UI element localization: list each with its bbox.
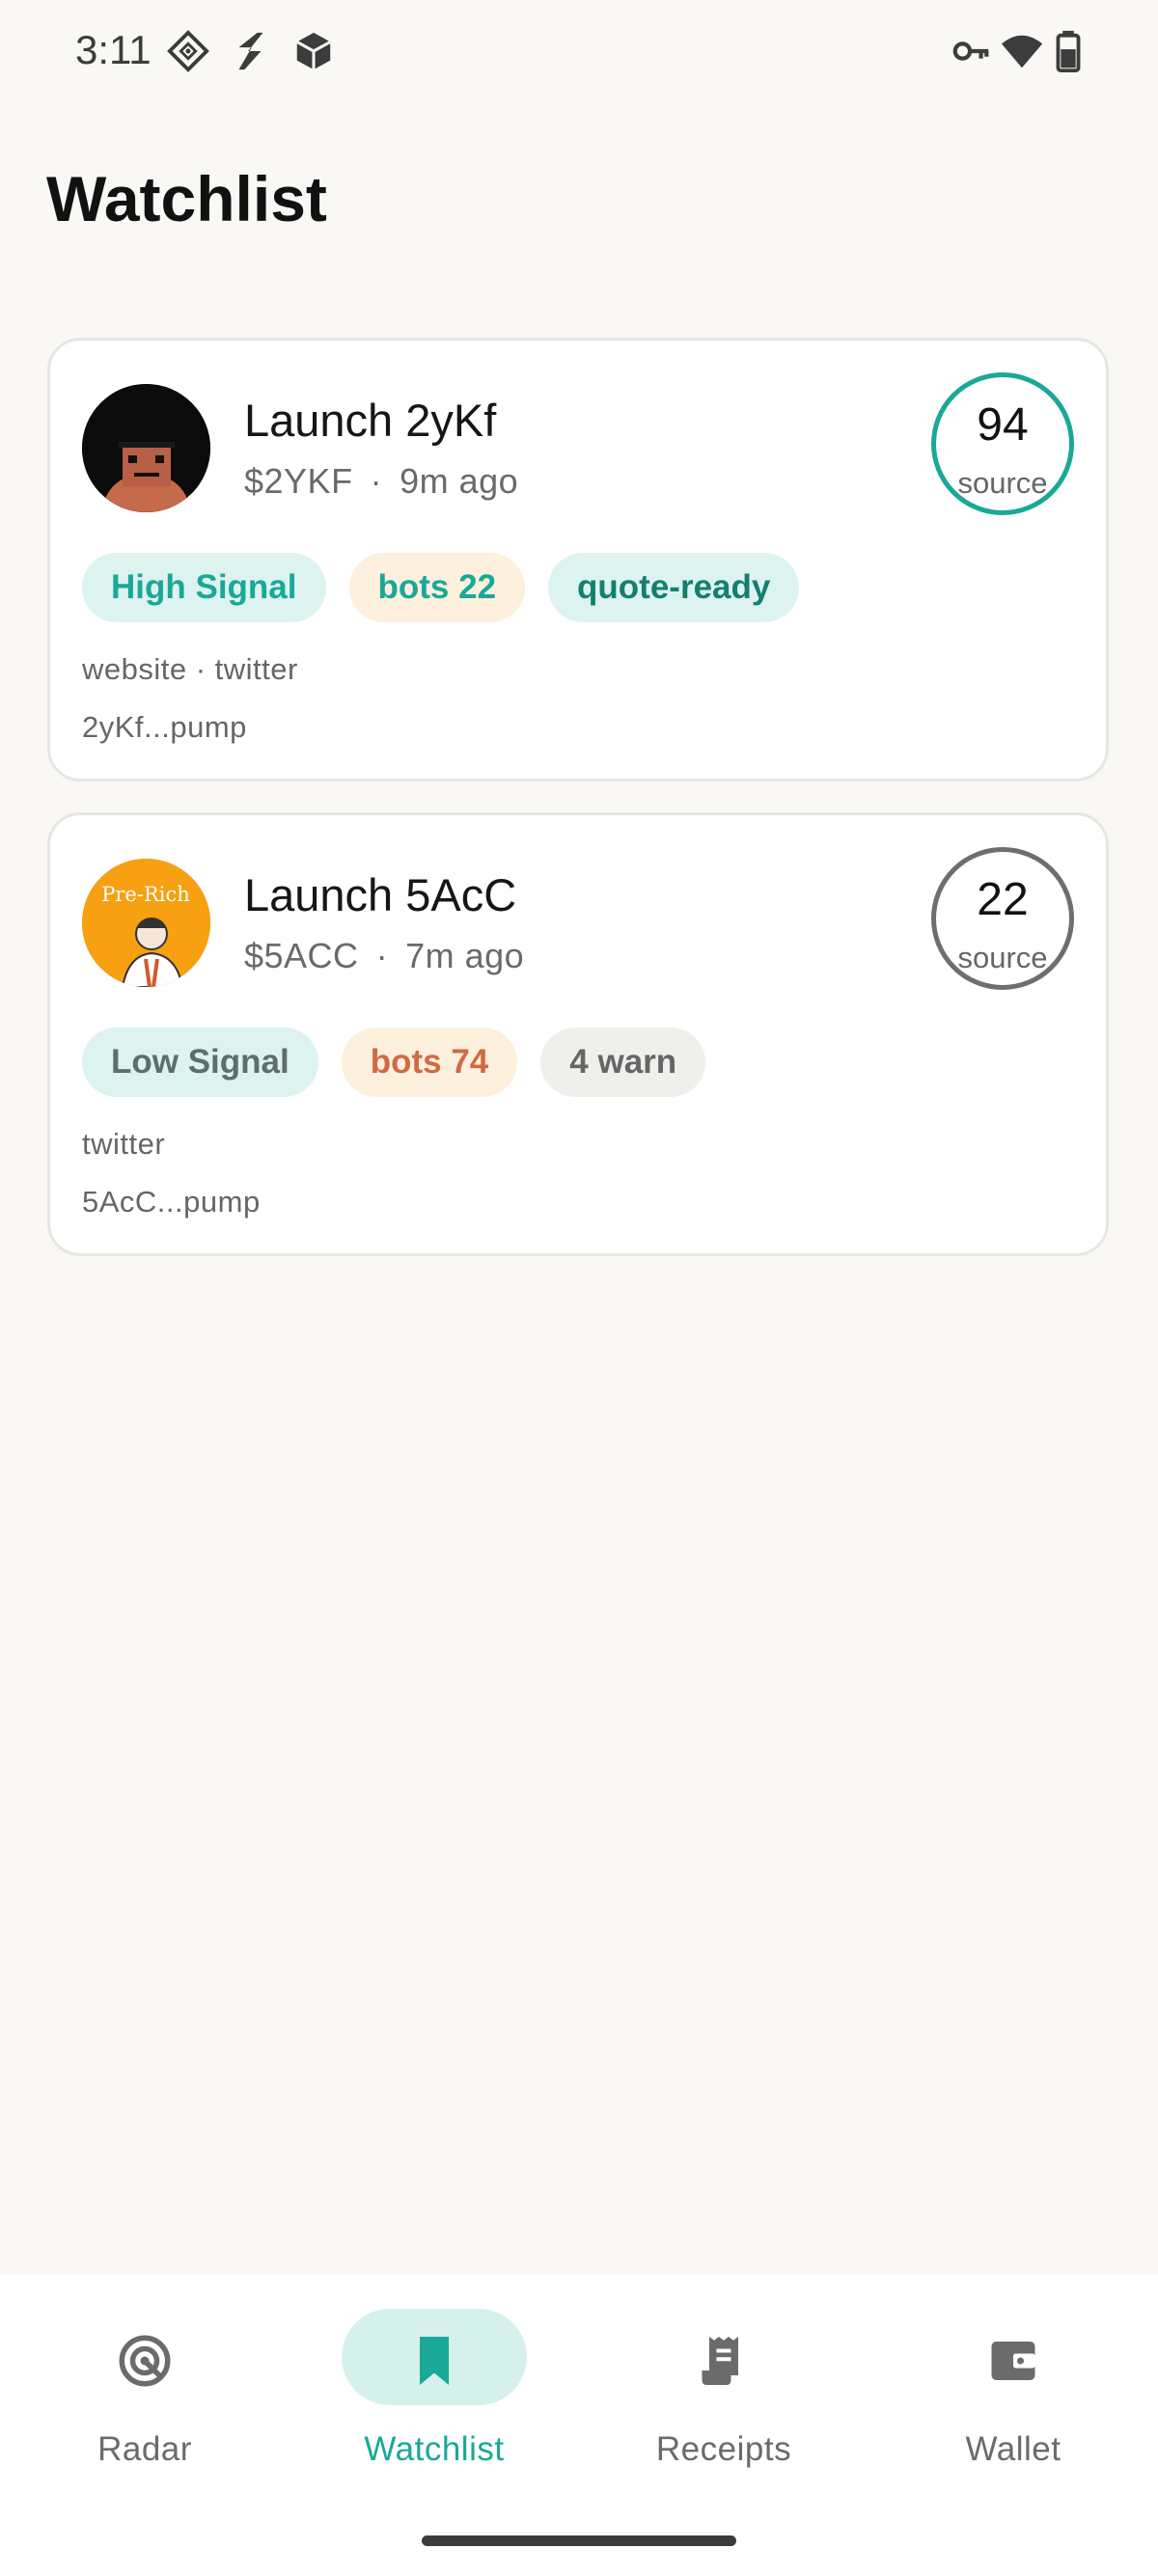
chip-row: High Signal bots 22 quote-ready — [82, 553, 800, 622]
launch-card[interactable]: Pre-Rich Launch 5AcC $5ACC · 7m ago 22 sou… — [47, 812, 1109, 1256]
card-links: website · twitter — [82, 652, 298, 686]
score-value: 22 — [977, 874, 1029, 925]
grid-diamond-icon — [167, 30, 209, 72]
battery-icon — [1056, 30, 1081, 73]
score-value: 94 — [977, 399, 1029, 451]
cube-icon — [296, 32, 331, 70]
card-title: Launch 2yKf — [244, 395, 497, 446]
bots-chip: bots 22 — [348, 553, 526, 622]
token-avatar — [82, 384, 210, 512]
bottom-nav: Radar Watchlist Receipts Wallet — [0, 2274, 1158, 2576]
signal-chip: High Signal — [82, 553, 326, 622]
warn-chip: 4 warn — [540, 1028, 706, 1097]
chip-row: Low Signal bots 74 4 warn — [82, 1028, 706, 1097]
token-ticker: $2YKF — [244, 461, 353, 501]
launch-age: 7m ago — [405, 936, 525, 975]
card-subtitle: $2YKF · 9m ago — [244, 461, 518, 502]
wallet-icon — [991, 2342, 1035, 2380]
nav-label: Radar — [97, 2430, 192, 2468]
status-time: 3:11 — [75, 27, 152, 72]
nav-item-watchlist[interactable]: Watchlist — [290, 2274, 579, 2525]
bookmark-icon — [420, 2337, 449, 2385]
launch-age: 9m ago — [400, 461, 519, 501]
card-subtitle: $5ACC · 7m ago — [244, 936, 524, 976]
nav-label: Watchlist — [364, 2430, 505, 2468]
wifi-icon — [1001, 35, 1043, 69]
score-badge: 22 source — [931, 847, 1074, 990]
home-indicator[interactable] — [422, 2535, 736, 2546]
token-address: 5AcC...pump — [82, 1185, 261, 1219]
card-title: Launch 5AcC — [244, 869, 517, 920]
separator: · — [375, 936, 389, 975]
receipt-icon — [702, 2337, 738, 2385]
status-bar: 3:11 — [0, 0, 1158, 106]
separator: · — [370, 461, 383, 501]
page-title: Watchlist — [46, 163, 327, 234]
nav-label: Wallet — [965, 2430, 1062, 2468]
token-ticker: $5ACC — [244, 936, 359, 975]
token-avatar: Pre-Rich — [82, 859, 210, 987]
card-links: twitter — [82, 1127, 166, 1161]
score-label: source — [957, 941, 1048, 974]
radar-icon — [119, 2335, 171, 2387]
bolt-icon — [238, 32, 263, 70]
vpn-key-icon — [952, 41, 989, 61]
nav-item-receipts[interactable]: Receipts — [579, 2274, 868, 2525]
nav-label: Receipts — [655, 2430, 792, 2468]
token-address: 2yKf...pump — [82, 710, 247, 744]
nav-item-wallet[interactable]: Wallet — [868, 2274, 1158, 2525]
avatar-text: Pre-Rich — [101, 883, 190, 906]
nav-item-radar[interactable]: Radar — [0, 2274, 290, 2525]
status-chip: quote-ready — [548, 553, 800, 622]
score-badge: 94 source — [931, 372, 1074, 515]
bots-chip: bots 74 — [341, 1028, 518, 1097]
signal-chip: Low Signal — [82, 1028, 318, 1097]
launch-card[interactable]: Launch 2yKf $2YKF · 9m ago 94 source High … — [47, 338, 1109, 781]
score-label: source — [957, 466, 1048, 500]
